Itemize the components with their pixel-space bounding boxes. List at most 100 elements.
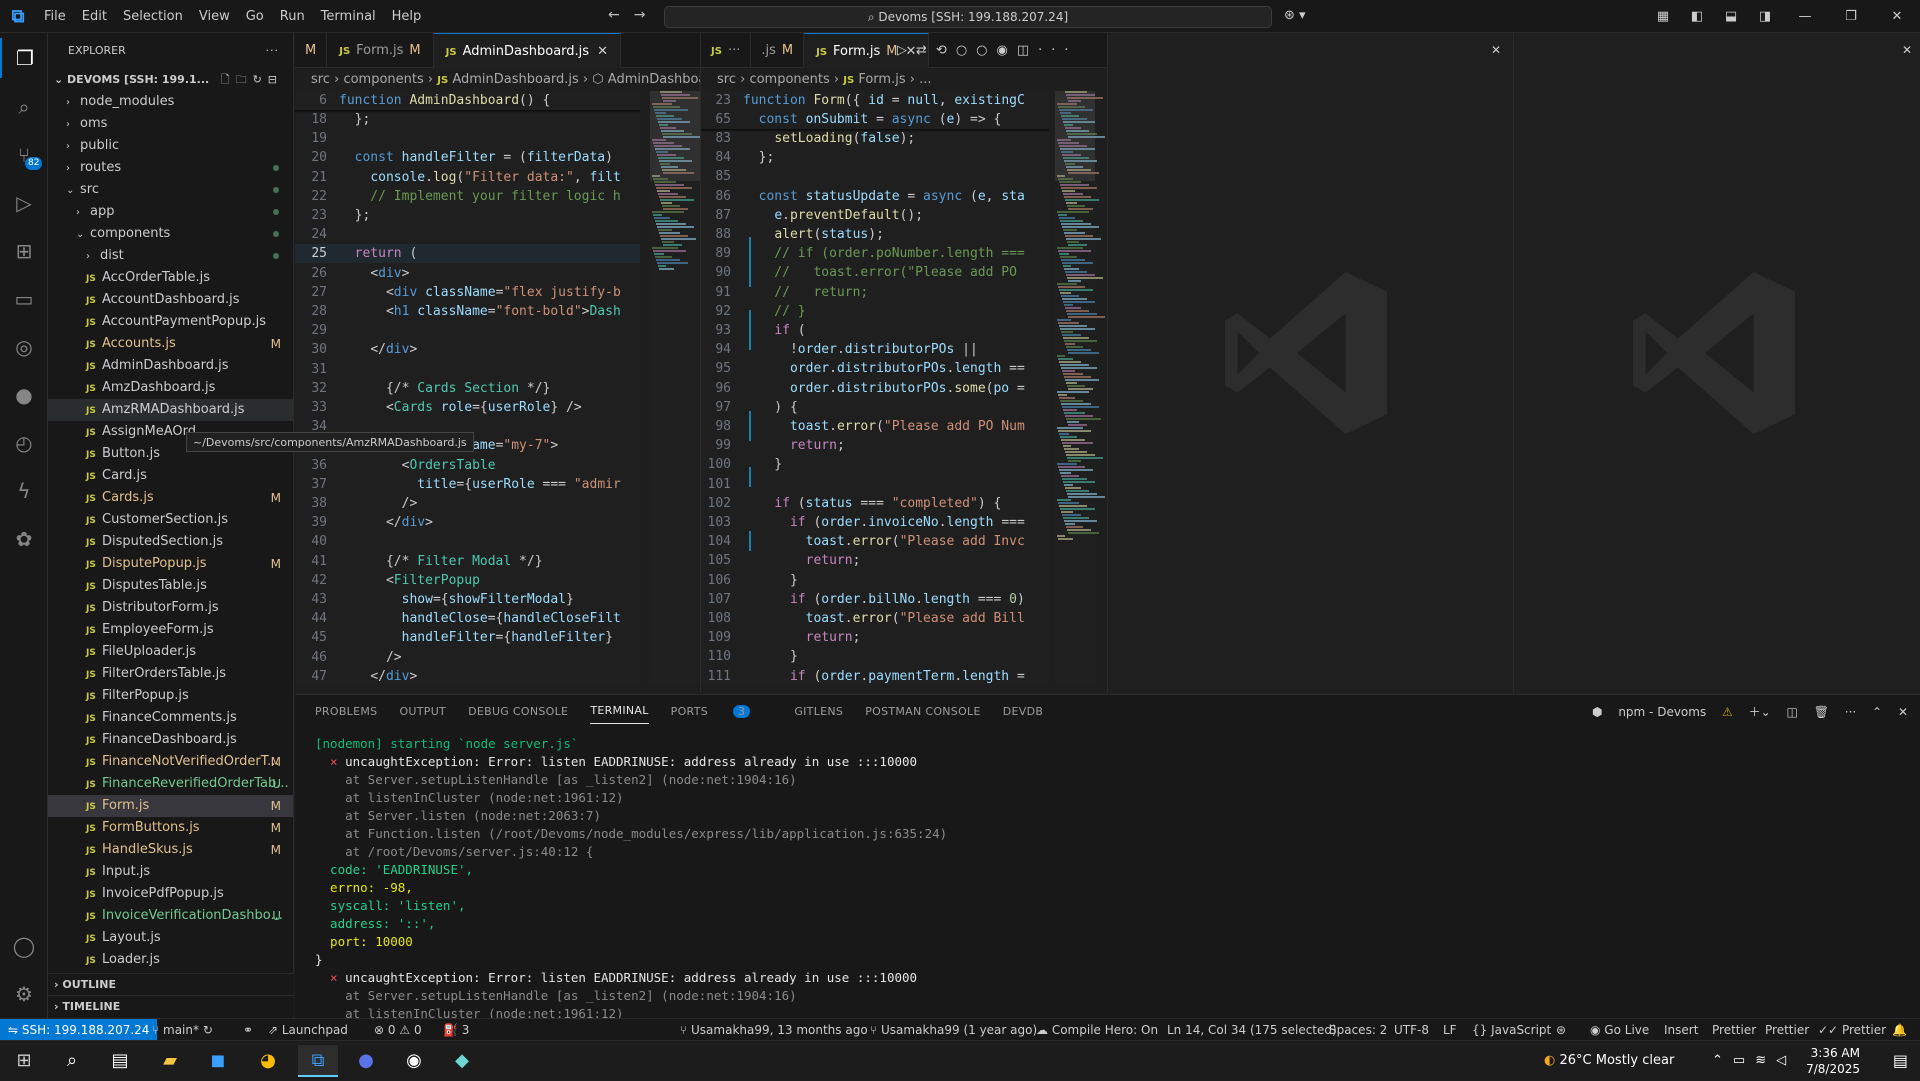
run-debug-icon[interactable]: ▷ xyxy=(0,183,48,223)
next-change-icon[interactable]: ○ xyxy=(976,43,996,58)
cursor-position[interactable]: Ln 14, Col 34 (175 selected) xyxy=(1167,1019,1337,1041)
empty-editor-group-2[interactable]: ✕ xyxy=(1514,33,1920,693)
code-line[interactable]: 46 /> xyxy=(295,648,640,667)
code-line[interactable]: 99 return; xyxy=(701,436,1049,455)
system-tray[interactable]: ⌃▭≋◁ xyxy=(1712,1041,1796,1081)
app-icon[interactable]: ◉ xyxy=(394,1045,434,1077)
close-window-icon[interactable]: ✕ xyxy=(1874,9,1920,24)
breadcrumb-src[interactable]: src xyxy=(311,72,330,87)
encoding[interactable]: UTF-8 xyxy=(1394,1019,1429,1041)
tree-item[interactable]: JS Accounts.js M xyxy=(48,333,293,355)
tree-item[interactable]: JS Form.js M xyxy=(48,795,293,817)
code-line[interactable]: 28 <h1 className="font-bold">Dash xyxy=(295,302,640,321)
code-line[interactable]: 92 // } xyxy=(701,302,1049,321)
code-line[interactable]: 41 {/* Filter Modal */} xyxy=(295,552,640,571)
notification-center-icon[interactable]: ▤ xyxy=(1893,1041,1908,1081)
code-line[interactable]: 24 xyxy=(295,225,640,244)
tree-item[interactable]: JS Loader.js xyxy=(48,949,293,971)
code-line[interactable]: 85 xyxy=(701,167,1049,186)
overflow-icon[interactable]: ··· xyxy=(728,43,740,58)
code-line[interactable]: 106 } xyxy=(701,571,1049,590)
tree-item[interactable]: JS DistributorForm.js xyxy=(48,597,293,619)
code-line[interactable]: 100 } xyxy=(701,455,1049,474)
outline-section[interactable]: › OUTLINE xyxy=(48,973,294,995)
code-line[interactable]: 20 const handleFilter = (filterData) xyxy=(295,148,640,167)
tab-admindashboard-js[interactable]: JS AdminDashboard.js ✕ xyxy=(433,33,621,68)
remote-indicator[interactable]: ⇋ SSH: 199.188.207.24 xyxy=(0,1019,158,1041)
tree-item[interactable]: JS InvoicePdfPopup.js xyxy=(48,883,293,905)
tab-problems[interactable]: PROBLEMS xyxy=(315,705,377,718)
go-live[interactable]: ◉ Go Live xyxy=(1590,1019,1649,1041)
zoom-icon[interactable]: ● xyxy=(346,1045,386,1077)
toggle-sidebar-icon[interactable]: ◧ xyxy=(1680,9,1714,24)
language-mode[interactable]: {} JavaScript xyxy=(1472,1019,1551,1041)
code-line[interactable]: 84 }; xyxy=(701,148,1049,167)
tab-postman-console[interactable]: POSTMAN CONSOLE xyxy=(865,705,981,718)
code-line[interactable]: 33 <Cards role={userRole} /> xyxy=(295,398,640,417)
python-icon[interactable]: ✿ xyxy=(0,519,48,559)
back-arrow-icon[interactable]: ← xyxy=(608,7,620,23)
git-blame-2[interactable]: ⑂ Usamakha99 (1 year ago) xyxy=(870,1019,1037,1041)
workspace-root[interactable]: ⌄ DEVOMS [SSH: 199.1... 🗋🗀↻⊟ xyxy=(48,69,293,91)
refresh-icon[interactable]: ↻ xyxy=(253,73,268,86)
tree-item[interactable]: JS HandleSkus.js M xyxy=(48,839,293,861)
left-code-editor[interactable]: 6 function AdminDashboard() {18 }; 19 20 co… xyxy=(295,91,640,685)
minimize-icon[interactable]: — xyxy=(1782,9,1828,24)
sync-icon[interactable]: ↻ xyxy=(203,1023,213,1037)
tree-item[interactable]: JS AccOrderTable.js xyxy=(48,267,293,289)
code-line[interactable]: 25 return ( xyxy=(295,244,640,264)
code-line[interactable]: 27 <div className="flex justify-b xyxy=(295,283,640,302)
battery-icon[interactable]: ▭ xyxy=(1733,1053,1755,1068)
tab-terminal[interactable]: TERMINAL xyxy=(590,704,649,724)
code-line[interactable]: 87 e.preventDefault(); xyxy=(701,206,1049,225)
tab-gitlens[interactable]: GITLENS xyxy=(794,705,843,718)
file-explorer-icon[interactable]: ▰ xyxy=(150,1045,190,1077)
toggle-secondary-sidebar-icon[interactable]: ◨ xyxy=(1748,9,1782,24)
split-terminal-icon[interactable]: ◫ xyxy=(1787,705,1798,719)
gitlens-status-icon[interactable]: ⚭ xyxy=(243,1019,253,1041)
tree-item[interactable]: JS FilterOrdersTable.js xyxy=(48,663,293,685)
close-tab-icon[interactable]: ✕ xyxy=(597,44,608,59)
sticky-scroll-line[interactable]: 6 function AdminDashboard() { xyxy=(295,91,640,110)
code-line[interactable]: 89 // if (order.poNumber.length === xyxy=(701,244,1049,263)
code-line[interactable]: 36 <OrdersTable xyxy=(295,456,640,475)
code-line[interactable]: 94 !order.distributorPOs || xyxy=(701,340,1049,359)
minimap-viewport[interactable] xyxy=(1055,91,1095,181)
taskbar-search-icon[interactable]: ⌕ xyxy=(52,1045,92,1077)
volume-icon[interactable]: ◁ xyxy=(1776,1053,1796,1068)
prettier-2[interactable]: Prettier xyxy=(1765,1019,1809,1041)
windows-start-icon[interactable]: ⊞ xyxy=(4,1045,44,1077)
code-line[interactable]: 19 xyxy=(295,129,640,148)
terminal-selector[interactable]: ⬢ npm - Devoms ⚠ xyxy=(1580,705,1733,719)
code-line[interactable]: 42 <FilterPopup xyxy=(295,571,640,590)
layout-customize-icon[interactable]: ▦ xyxy=(1646,9,1680,24)
tree-item[interactable]: JS Cards.js M xyxy=(48,487,293,509)
restore-icon[interactable]: ❐ xyxy=(1828,9,1874,24)
tree-item[interactable]: JS DisputedSection.js xyxy=(48,531,293,553)
insert-mode[interactable]: Insert xyxy=(1664,1019,1698,1041)
vscode-taskbar-icon[interactable]: ⧉ xyxy=(298,1045,338,1077)
tree-item[interactable]: JS FinanceDashboard.js xyxy=(48,729,293,751)
breadcrumb-src[interactable]: src xyxy=(717,72,736,87)
clock[interactable]: 3:36 AM 7/8/2025 xyxy=(1806,1045,1860,1077)
code-line[interactable]: 43 show={showFilterModal} xyxy=(295,590,640,609)
tab-output[interactable]: OUTPUT xyxy=(399,705,446,718)
menu-edit[interactable]: Edit xyxy=(74,9,115,24)
tree-item[interactable]: › app xyxy=(48,201,293,223)
git-back-icon[interactable]: ⟲ xyxy=(936,43,956,58)
tab-devdb[interactable]: DEVDB xyxy=(1003,705,1043,718)
tree-item[interactable]: JS DisputePopup.js M xyxy=(48,553,293,575)
breadcrumb-file[interactable]: AdminDashboard.js xyxy=(452,72,578,87)
terminal-output[interactable]: [nodemon] starting `node server.js` × un… xyxy=(315,735,1895,1023)
code-line[interactable]: 88 alert(status); xyxy=(701,225,1049,244)
gitlens-icon[interactable]: ◎ xyxy=(0,327,48,367)
tree-item[interactable]: JS CustomerSection.js xyxy=(48,509,293,531)
code-line[interactable]: 38 /> xyxy=(295,494,640,513)
search-view-icon[interactable]: ⌕ xyxy=(0,87,48,127)
tree-item[interactable]: › node_modules xyxy=(48,91,293,113)
tab-partial[interactable]: M xyxy=(295,33,328,68)
tab-form-js[interactable]: JS Form.js M xyxy=(327,33,434,68)
extensions-icon[interactable]: ⊞ xyxy=(0,231,48,271)
code-line[interactable]: 29 xyxy=(295,321,640,340)
tree-item[interactable]: ⌄ src xyxy=(48,179,293,201)
